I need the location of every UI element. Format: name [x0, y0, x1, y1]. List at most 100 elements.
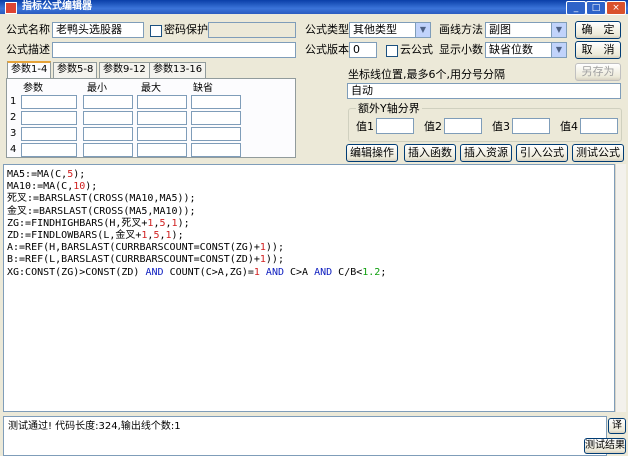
code-editor[interactable]: MA5:=MA(C,5); MA10:=MA(C,10); 死叉:=BARSLAST…: [3, 164, 615, 412]
param-default-input[interactable]: [191, 143, 241, 157]
extra-y-axis-title: 额外Y轴分界: [356, 102, 422, 116]
param-max-input[interactable]: [137, 143, 187, 157]
y-value-2-input[interactable]: [444, 118, 482, 134]
code-token: MA5:=MA(C,: [7, 169, 68, 180]
code-token: 金叉:=BARSLAST(CROSS(MA5,MA10));: [7, 205, 196, 217]
window-title: 指标公式编辑器: [22, 1, 92, 12]
param-max-input[interactable]: [137, 127, 187, 141]
insert-function-button[interactable]: 插入函数: [404, 144, 456, 162]
status-message: 测试通过! 代码长度:324,输出线个数:1: [8, 421, 181, 432]
description-input[interactable]: [52, 42, 296, 58]
code-line: ZD:=FINDLOWBARS(L,金叉+1,5,1);: [7, 230, 614, 242]
param-min-input[interactable]: [83, 143, 133, 157]
insert-resource-button[interactable]: 插入资源: [460, 144, 512, 162]
cancel-button[interactable]: 取 消: [575, 41, 621, 59]
code-token: ;: [380, 266, 387, 278]
edit-operations-button[interactable]: 编辑操作: [346, 144, 398, 162]
param-min-input[interactable]: [83, 95, 133, 109]
chevron-down-icon: ▼: [551, 23, 566, 37]
cloud-formula-checkbox[interactable]: [386, 45, 398, 57]
param-header-default: 缺省: [193, 83, 213, 94]
code-token: ));: [265, 242, 284, 254]
code-token: ));: [265, 254, 284, 266]
code-token: 10: [73, 181, 86, 193]
decimals-select[interactable]: 缺省位数 ▼: [485, 42, 567, 58]
code-line: ZG:=FINDHIGHBARS(H,死叉+1,5,1);: [7, 218, 614, 230]
tab-params-13-16[interactable]: 参数13-16: [149, 62, 207, 78]
test-result-tab[interactable]: 测试结果: [584, 438, 626, 454]
param-default-input[interactable]: [191, 127, 241, 141]
code-token: 1.2: [362, 266, 381, 278]
formula-type-label: 公式类型: [305, 23, 349, 36]
code-token: A:=REF(H,BARSLAST(CURRBARSCOUNT=CONST(ZG…: [7, 242, 260, 254]
code-token: COUNT(C>A,ZG)=: [163, 266, 254, 278]
param-default-input[interactable]: [191, 111, 241, 125]
formula-name-input[interactable]: 老鸭头选股器: [52, 22, 144, 38]
save-as-button[interactable]: 另存为: [575, 63, 621, 81]
y-value-4-label: 值4: [560, 120, 578, 133]
editor-scrollbar[interactable]: [615, 164, 626, 412]
status-panel: 测试通过! 代码长度:324,输出线个数:1: [3, 416, 607, 456]
param-name-input[interactable]: [21, 111, 77, 125]
y-value-2-label: 值2: [424, 120, 442, 133]
code-token: ZG:=FINDHIGHBARS(H,死叉+: [7, 217, 148, 229]
chevron-down-icon: ▼: [415, 23, 430, 37]
code-token: XG:CONST(ZG)>CONST(ZD): [7, 266, 146, 278]
param-min-input[interactable]: [83, 111, 133, 125]
code-token: C>A: [283, 266, 315, 278]
y-value-3-input[interactable]: [512, 118, 550, 134]
param-header-min: 最小: [87, 83, 107, 94]
code-line: 死叉:=BARSLAST(CROSS(MA10,MA5));: [7, 193, 614, 205]
test-formula-button[interactable]: 测试公式: [572, 144, 624, 162]
minimize-button[interactable]: _: [566, 1, 586, 15]
description-label: 公式描述: [6, 43, 50, 56]
decimals-label: 显示小数: [439, 43, 483, 56]
param-name-input[interactable]: [21, 127, 77, 141]
import-formula-button[interactable]: 引入公式: [516, 144, 568, 162]
param-header-max: 最大: [141, 83, 161, 94]
param-default-input[interactable]: [191, 95, 241, 109]
formula-type-value: 其他类型: [353, 23, 397, 36]
app-icon: [5, 2, 17, 14]
tab-params-9-12[interactable]: 参数9-12: [99, 62, 150, 78]
param-row-number: 2: [10, 112, 17, 123]
password-label: 密码保护: [164, 23, 208, 36]
param-max-input[interactable]: [137, 95, 187, 109]
tab-params-1-4[interactable]: 参数1-4: [7, 61, 52, 79]
draw-method-select[interactable]: 副图 ▼: [485, 22, 567, 38]
param-name-input[interactable]: [21, 143, 77, 157]
decimals-value: 缺省位数: [489, 43, 533, 56]
code-token: MA10:=MA(C,: [7, 181, 74, 193]
close-button[interactable]: ×: [606, 1, 626, 15]
code-token: AND: [265, 266, 284, 278]
param-row-number: 3: [10, 128, 17, 139]
code-line: MA5:=MA(C,5);: [7, 169, 614, 181]
version-label: 公式版本: [305, 43, 349, 56]
axis-position-input[interactable]: 自动: [347, 83, 621, 99]
param-min-input[interactable]: [83, 127, 133, 141]
password-checkbox[interactable]: [150, 25, 162, 37]
password-input: [208, 22, 296, 38]
y-value-1-input[interactable]: [376, 118, 414, 134]
param-name-input[interactable]: [21, 95, 77, 109]
draw-method-label: 画线方法: [439, 23, 483, 36]
chevron-down-icon: ▼: [551, 43, 566, 57]
y-value-4-input[interactable]: [580, 118, 618, 134]
confirm-button[interactable]: 确 定: [575, 21, 621, 39]
code-line: A:=REF(H,BARSLAST(CURRBARSCOUNT=CONST(ZG…: [7, 242, 614, 254]
code-token: 死叉:=BARSLAST(CROSS(MA10,MA5));: [7, 193, 196, 205]
draw-method-value: 副图: [489, 23, 511, 36]
param-max-input[interactable]: [137, 111, 187, 125]
translate-tab[interactable]: 译: [608, 418, 626, 434]
formula-type-select[interactable]: 其他类型 ▼: [349, 22, 431, 38]
maximize-button[interactable]: □: [586, 1, 606, 15]
version-input[interactable]: 0: [349, 42, 377, 58]
code-token: );: [85, 181, 98, 193]
code-token: );: [171, 229, 184, 241]
code-token: AND: [145, 266, 164, 278]
param-header-name: 参数: [23, 83, 43, 94]
params-panel: 参数 最小 最大 缺省 1 2 3 4: [6, 78, 296, 158]
y-value-3-label: 值3: [492, 120, 510, 133]
tab-params-5-8[interactable]: 参数5-8: [53, 62, 98, 78]
title-bar[interactable]: 指标公式编辑器 _ □ ×: [0, 0, 628, 15]
